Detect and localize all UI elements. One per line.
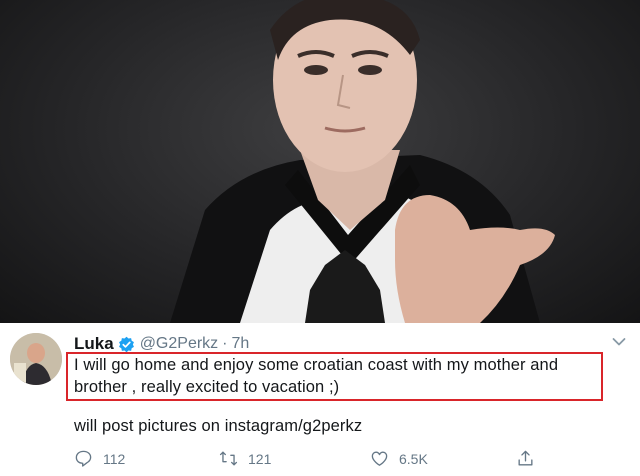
retweet-icon (219, 451, 238, 466)
tweet-actions: 112 121 6.5K (0, 449, 640, 471)
reply-icon (75, 450, 92, 467)
share-icon (518, 450, 533, 466)
dot-separator: · (222, 335, 228, 352)
retweet-count: 121 (248, 450, 272, 467)
display-name[interactable]: Luka (74, 334, 114, 354)
tweet-text-line-3: will post pictures on instagram/g2perkz (74, 417, 363, 435)
tweet-text-line-1: I will go home and enjoy some croatian c… (74, 356, 559, 374)
player-illustration (170, 0, 555, 323)
tweet-text-line-2: brother , really excited to vacation ;) (74, 378, 340, 396)
chevron-down-icon[interactable] (612, 337, 626, 347)
user-handle[interactable]: @G2Perkz (140, 335, 218, 353)
retweet-button[interactable]: 121 (219, 449, 271, 468)
tweet-photo[interactable] (0, 0, 640, 323)
like-button[interactable]: 6.5K (370, 449, 428, 468)
reply-count: 112 (103, 450, 126, 467)
verified-badge-icon (118, 336, 134, 352)
timestamp[interactable]: 7h (232, 335, 250, 353)
avatar[interactable] (10, 333, 62, 385)
like-icon (371, 451, 388, 466)
tweet-card[interactable]: Luka @G2Perkz · 7h I will go home and en… (0, 323, 640, 476)
avatar-image (10, 333, 62, 385)
like-count: 6.5K (399, 450, 428, 467)
reply-button[interactable]: 112 (74, 449, 125, 468)
share-button[interactable] (516, 449, 535, 468)
